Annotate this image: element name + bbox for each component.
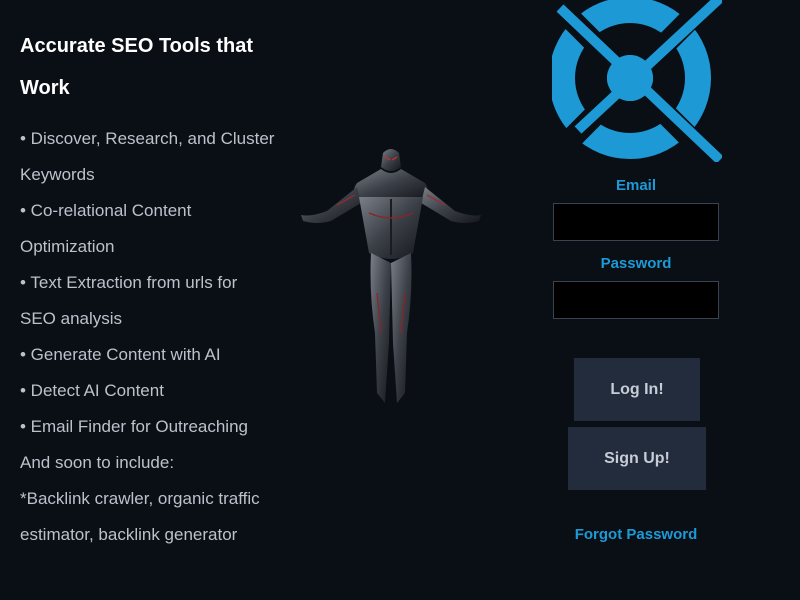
feature-item: • Generate Content with AI [20,345,221,364]
password-label: Password [600,255,672,272]
signup-button[interactable]: Sign Up! [568,427,706,490]
marketing-column: Accurate SEO Tools that Work • Discover,… [20,25,275,553]
feature-item: • Email Finder for Outreaching [20,417,248,436]
email-label: Email [615,177,657,194]
feature-item: • Text Extraction from urls for SEO anal… [20,273,238,328]
login-button[interactable]: Log In! [574,358,700,421]
forgot-password-link[interactable]: Forgot Password [560,526,712,543]
feature-item: • Detect AI Content [20,381,164,400]
feature-list: • Discover, Research, and Cluster Keywor… [20,121,275,553]
email-field[interactable] [553,203,719,241]
feature-item: • Discover, Research, and Cluster Keywor… [20,129,275,184]
page-title: Accurate SEO Tools that Work [20,35,254,99]
coming-soon-heading: And soon to include: [20,453,175,472]
hero-figure-image [301,149,481,403]
password-field[interactable] [553,281,719,319]
brand-logo-icon [552,0,722,162]
coming-soon-item: *Backlink crawler, organic traffic estim… [20,489,260,544]
feature-item: • Co-relational Content Optimization [20,201,192,256]
